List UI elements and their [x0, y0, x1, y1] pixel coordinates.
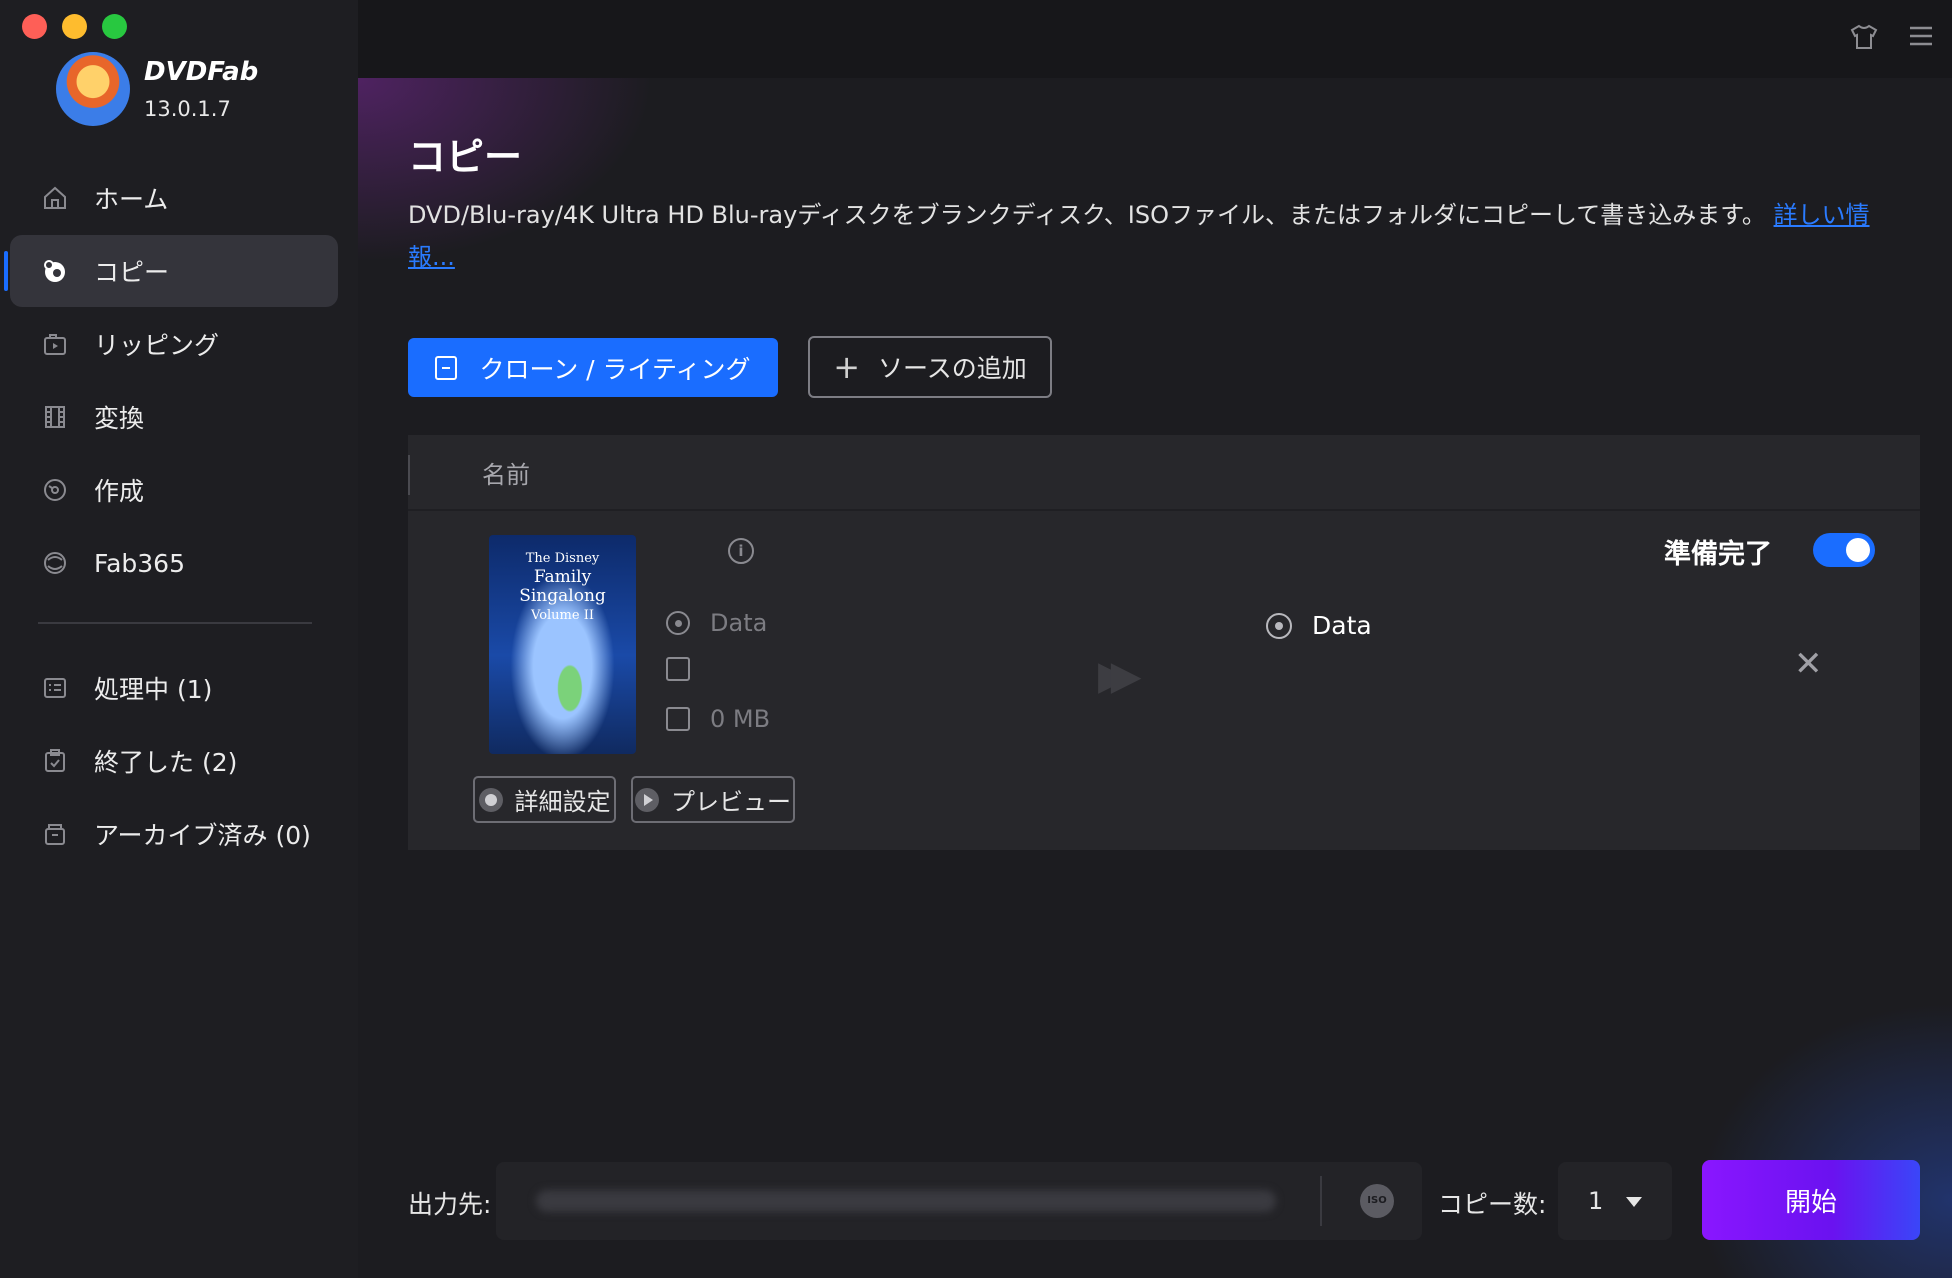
settings-icon [478, 787, 503, 812]
output-path-blurred [536, 1190, 1276, 1212]
sidebar: DVDFab 13.0.1.7 ホーム コピー リッピング 変換 作成 Fab3… [0, 0, 358, 1278]
start-button[interactable]: 開始 [1702, 1160, 1920, 1240]
advanced-settings-label: 詳細設定 [514, 788, 611, 816]
finished-clipboard-icon [40, 746, 70, 776]
sidebar-divider [38, 622, 312, 624]
disc-icon [1266, 612, 1292, 639]
source-type-row: Data [666, 609, 767, 637]
disc-icon [666, 611, 690, 635]
poster-title-small: The Disney [525, 551, 600, 566]
sidebar-item-label: アーカイブ済み (0) [94, 821, 311, 850]
sidebar-item-creator[interactable]: 作成 [10, 454, 338, 526]
zoom-window-button[interactable] [102, 14, 127, 39]
clone-writing-label: クローン / ライティング [479, 354, 751, 384]
ready-toggle[interactable] [1813, 533, 1875, 567]
size-row: 0 MB [666, 705, 770, 733]
subtitle-icon [666, 657, 690, 681]
brand: DVDFab 13.0.1.7 [56, 52, 258, 126]
source-table: 名前 The Disney Family Singalong Volume II… [408, 435, 1920, 850]
add-source-button[interactable]: + ソースの追加 [808, 336, 1052, 398]
archive-box-icon [40, 819, 70, 849]
description-text: DVD/Blu-ray/4K Ultra HD Blu-rayディスクをブランク… [408, 201, 1766, 229]
subtitle-row[interactable] [666, 657, 710, 681]
film-icon [40, 402, 70, 432]
minimize-window-button[interactable] [62, 14, 87, 39]
sidebar-item-label: 変換 [94, 404, 145, 433]
sidebar-item-label: Fab365 [94, 548, 185, 578]
output-type-selector[interactable]: Data [1266, 611, 1372, 640]
queue-nav: 処理中 (1) 終了した (2) アーカイブ済み (0) [10, 652, 338, 871]
copies-value: 1 [1588, 1187, 1604, 1215]
preview-label: プレビュー [671, 788, 791, 816]
remove-item-close-icon[interactable]: ✕ [1794, 647, 1823, 681]
sidebar-item-archived[interactable]: アーカイブ済み (0) [10, 798, 338, 870]
window-controls [22, 14, 127, 39]
main-nav: ホーム コピー リッピング 変換 作成 Fab365 [4, 162, 338, 600]
sidebar-item-label: リッピング [94, 331, 220, 360]
app-version: 13.0.1.7 [144, 97, 231, 121]
sidebar-item-label: 作成 [94, 477, 145, 506]
sidebar-item-label: 終了した (2) [94, 748, 238, 777]
arrow-right-icon: ▶▶ [1098, 653, 1141, 699]
plus-icon: + [833, 348, 861, 386]
sidebar-item-fab365[interactable]: Fab365 [10, 527, 338, 599]
creator-disc-icon [40, 475, 70, 505]
preview-button[interactable]: プレビュー [631, 776, 795, 823]
poster-subtitle: Volume II [531, 608, 594, 623]
poster-title: Family Singalong [519, 567, 606, 606]
source-type-label: Data [710, 609, 768, 637]
output-type-label: Data [1312, 611, 1372, 640]
output-label: 出力先: [408, 1190, 492, 1219]
main-panel: コピー DVD/Blu-ray/4K Ultra HD Blu-rayディスクを… [358, 0, 1952, 1278]
column-header-name: 名前 [482, 460, 530, 489]
output-path-field[interactable]: ISO [496, 1162, 1422, 1240]
copies-select[interactable]: 1 [1558, 1162, 1672, 1240]
page-title: コピー [408, 135, 523, 179]
fab365-icon [40, 548, 70, 578]
dvdfab-logo [56, 52, 130, 126]
home-icon [40, 183, 70, 213]
table-header: 名前 [408, 435, 1920, 511]
copies-label: コピー数: [1438, 1190, 1547, 1219]
status-label: 準備完了 [1664, 539, 1772, 570]
info-icon[interactable]: i [728, 538, 754, 564]
sidebar-item-ripper[interactable]: リッピング [10, 308, 338, 380]
sidebar-item-label: コピー [94, 258, 170, 287]
processing-list-icon [40, 673, 70, 703]
sidebar-item-home[interactable]: ホーム [10, 162, 338, 234]
sidebar-item-processing[interactable]: 処理中 (1) [10, 652, 338, 724]
menu-icon[interactable] [1908, 24, 1934, 55]
clone-mode-icon [435, 355, 458, 380]
copy-disc-icon [40, 256, 70, 286]
output-field-separator [1320, 1176, 1322, 1226]
clone-writing-button[interactable]: クローン / ライティング [408, 338, 778, 397]
add-source-label: ソースの追加 [878, 354, 1027, 383]
play-icon [635, 787, 659, 812]
disc-poster-image: The Disney Family Singalong Volume II [489, 535, 636, 754]
size-icon [666, 707, 690, 731]
sidebar-item-converter[interactable]: 変換 [10, 381, 338, 453]
size-label: 0 MB [710, 705, 771, 733]
sidebar-item-copy[interactable]: コピー [4, 235, 338, 307]
sidebar-item-label: 処理中 (1) [94, 675, 213, 704]
chevron-down-icon [1626, 1197, 1642, 1207]
sidebar-item-finished[interactable]: 終了した (2) [10, 725, 338, 797]
brand-name: DVDFab [144, 57, 259, 87]
top-bar [358, 0, 1952, 78]
shirt-skin-icon[interactable] [1850, 24, 1878, 57]
sidebar-item-label: ホーム [94, 185, 169, 214]
page-description: DVD/Blu-ray/4K Ultra HD Blu-rayディスクをブランク… [408, 194, 1908, 278]
ripper-icon [40, 329, 70, 359]
close-window-button[interactable] [22, 14, 47, 39]
iso-icon[interactable]: ISO [1360, 1184, 1394, 1218]
advanced-settings-button[interactable]: 詳細設定 [473, 776, 616, 823]
